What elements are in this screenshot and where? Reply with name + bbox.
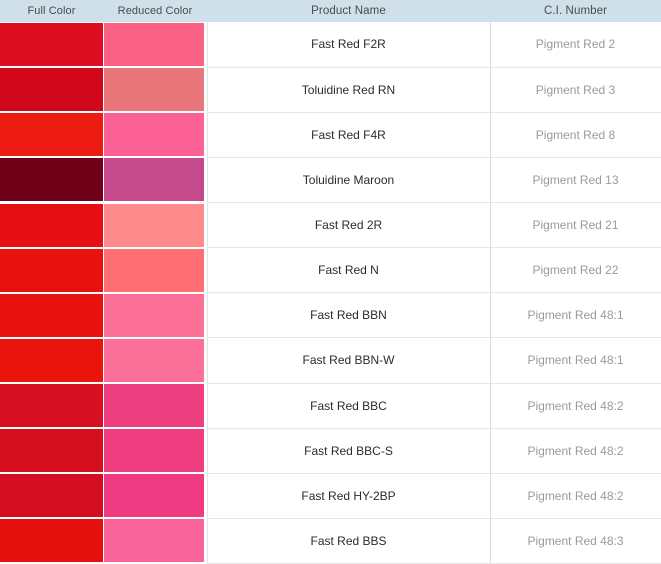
product-name-cell: Fast Red HY-2BP (206, 473, 490, 519)
reduced-color-cell (103, 292, 207, 338)
reduced-color-cell (103, 112, 207, 158)
ci-number-cell: Pigment Red 2 (489, 22, 661, 68)
ci-number-cell: Pigment Red 8 (489, 112, 661, 158)
full-color-cell (0, 292, 103, 338)
product-name-cell: Toluidine Red RN (206, 67, 490, 113)
pigment-reference-table: Full Color Reduced Color Product Name C.… (0, 0, 661, 564)
product-name-cell: Fast Red F4R (206, 112, 490, 158)
full-color-swatch (0, 248, 103, 292)
ci-number-cell: Pigment Red 13 (489, 157, 661, 204)
product-name-cell: Fast Red BBS (206, 518, 490, 564)
full-color-swatch (0, 203, 103, 247)
table-header: Full Color Reduced Color Product Name C.… (0, 0, 661, 22)
column-header-full-color: Full Color (0, 0, 103, 22)
reduced-color-swatch (104, 158, 204, 202)
full-color-swatch (0, 474, 103, 518)
table-row: Fast Red BBS Pigment Red 48:3 (0, 518, 661, 564)
full-color-cell (0, 112, 103, 158)
reduced-color-swatch (104, 293, 204, 337)
full-color-cell (0, 337, 103, 383)
reduced-color-cell (103, 67, 207, 113)
full-color-swatch (0, 519, 103, 563)
reduced-color-swatch (104, 68, 204, 112)
reduced-color-swatch (104, 474, 204, 518)
column-header-reduced-color: Reduced Color (103, 0, 207, 22)
full-color-cell (0, 67, 103, 113)
ci-number-cell: Pigment Red 48:1 (489, 292, 661, 339)
table-row: Fast Red BBN-W Pigment Red 48:1 (0, 337, 661, 384)
reduced-color-swatch (104, 429, 204, 473)
table-row: Fast Red F2R Pigment Red 2 (0, 22, 661, 68)
product-name-cell: Fast Red N (206, 247, 490, 294)
reduced-color-swatch (104, 23, 204, 67)
table-row: Fast Red BBC Pigment Red 48:2 (0, 383, 661, 429)
reduced-color-swatch (104, 519, 204, 563)
product-name-cell: Fast Red BBN (206, 292, 490, 339)
full-color-cell (0, 383, 103, 429)
table-row: Fast Red F4R Pigment Red 8 (0, 112, 661, 158)
product-name-cell: Fast Red BBC (206, 383, 490, 429)
ci-number-cell: Pigment Red 48:1 (489, 337, 661, 384)
column-header-product-name: Product Name (207, 0, 490, 22)
full-color-cell (0, 22, 103, 68)
reduced-color-cell (103, 428, 207, 474)
ci-number-cell: Pigment Red 48:3 (489, 518, 661, 564)
product-name-cell: Fast Red 2R (206, 202, 490, 249)
table-row: Fast Red BBN Pigment Red 48:1 (0, 292, 661, 339)
full-color-swatch (0, 429, 103, 473)
table-header-row: Full Color Reduced Color Product Name C.… (0, 0, 661, 22)
table-body: Fast Red F2R Pigment Red 2 Toluidine Red R… (0, 22, 661, 564)
reduced-color-cell (103, 337, 207, 383)
ci-number-cell: Pigment Red 22 (489, 247, 661, 294)
reduced-color-swatch (104, 338, 204, 382)
ci-number-cell: Pigment Red 3 (489, 67, 661, 113)
reduced-color-cell (103, 202, 207, 248)
full-color-swatch (0, 158, 103, 202)
full-color-cell (0, 202, 103, 248)
full-color-cell (0, 247, 103, 293)
ci-number-cell: Pigment Red 48:2 (489, 428, 661, 474)
reduced-color-cell (103, 383, 207, 429)
full-color-swatch (0, 384, 103, 428)
full-color-swatch (0, 68, 103, 112)
product-name-cell: Fast Red BBC-S (206, 428, 490, 474)
table-row: Fast Red N Pigment Red 22 (0, 247, 661, 294)
reduced-color-swatch (104, 203, 204, 247)
reduced-color-swatch (104, 113, 204, 157)
reduced-color-cell (103, 518, 207, 564)
ci-number-cell: Pigment Red 48:2 (489, 383, 661, 429)
table-row: Toluidine Maroon Pigment Red 13 (0, 157, 661, 204)
table-row: Toluidine Red RN Pigment Red 3 (0, 67, 661, 113)
reduced-color-cell (103, 157, 207, 203)
full-color-cell (0, 518, 103, 564)
column-header-ci-number: C.I. Number (490, 0, 661, 22)
reduced-color-cell (103, 22, 207, 68)
table-row: Fast Red BBC-S Pigment Red 48:2 (0, 428, 661, 474)
full-color-swatch (0, 293, 103, 337)
product-name-cell: Toluidine Maroon (206, 157, 490, 204)
table-row: Fast Red HY-2BP Pigment Red 48:2 (0, 473, 661, 519)
full-color-swatch (0, 23, 103, 67)
product-name-cell: Fast Red F2R (206, 22, 490, 68)
full-color-swatch (0, 113, 103, 157)
full-color-cell (0, 157, 103, 203)
full-color-cell (0, 473, 103, 519)
product-name-cell: Fast Red BBN-W (206, 337, 490, 384)
ci-number-cell: Pigment Red 21 (489, 202, 661, 249)
full-color-cell (0, 428, 103, 474)
ci-number-cell: Pigment Red 48:2 (489, 473, 661, 519)
reduced-color-cell (103, 247, 207, 293)
reduced-color-cell (103, 473, 207, 519)
reduced-color-swatch (104, 248, 204, 292)
table-row: Fast Red 2R Pigment Red 21 (0, 202, 661, 249)
full-color-swatch (0, 338, 103, 382)
reduced-color-swatch (104, 384, 204, 428)
